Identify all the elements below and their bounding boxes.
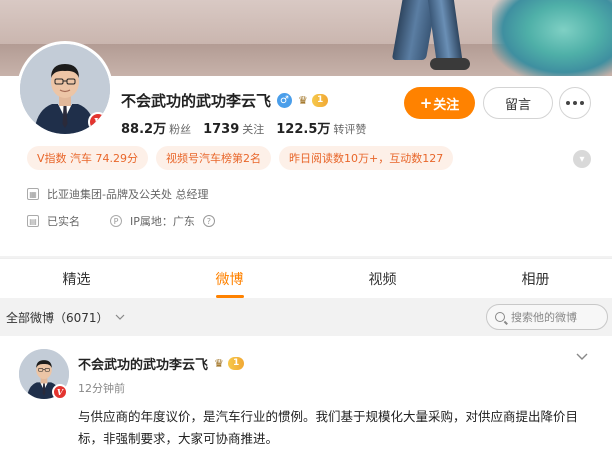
profile-stats: 88.2万 粉丝 1739 关注 122.5万 转评赞	[121, 118, 366, 137]
chevron-down-icon[interactable]: ▾	[573, 150, 591, 168]
more-options-button[interactable]	[559, 87, 591, 119]
tag-video-rank[interactable]: 视频号汽车榜第2名	[156, 146, 272, 170]
post-card: V 不会武功的武功李云飞 ♛ 1 12分钟前 与供应商的年度议价，是汽车行业的惯…	[0, 336, 612, 457]
vip-badge[interactable]: ♛ 1	[214, 357, 245, 371]
id-card-icon: ▤	[27, 215, 39, 227]
profile-tags: V指数 汽车 74.29分 视频号汽车榜第2名 昨日阅读数10万+，互动数127	[27, 146, 454, 170]
tab-weibo[interactable]: 微博	[153, 259, 306, 298]
profile-name-row: 不会武功的武功李云飞 ♂ ♛ 1	[121, 90, 329, 111]
profile-card: V 不会武功的武功李云飞 ♂ ♛ 1 88.2万 粉丝 1739 关注 122.5万…	[0, 41, 612, 256]
verified-badge-icon: V	[88, 112, 108, 132]
weibo-profile-page: V 不会武功的武功李云飞 ♂ ♛ 1 88.2万 粉丝 1739 关注 122.5万…	[0, 0, 612, 457]
message-button[interactable]: 留言	[483, 87, 553, 119]
identity-info: ▤ 已实名 P IP属地：广东 ?	[27, 213, 215, 229]
vip-badge[interactable]: ♛ 1	[298, 94, 329, 108]
tab-album[interactable]: 相册	[459, 259, 612, 298]
all-posts-dropdown[interactable]: 全部微博（6071）	[6, 309, 125, 326]
tab-video[interactable]: 视频	[306, 259, 459, 298]
stat-reposts-comments-likes[interactable]: 122.5万 转评赞	[276, 118, 366, 137]
company-info: ▦ 比亚迪集团-品牌及公关处 总经理	[27, 186, 208, 202]
tab-featured[interactable]: 精选	[0, 259, 153, 298]
chevron-down-icon	[115, 314, 124, 320]
chevron-down-icon[interactable]	[575, 350, 589, 364]
post-author[interactable]: 不会武功的武功李云飞	[78, 354, 208, 373]
search-icon	[495, 312, 505, 322]
ip-icon: P	[110, 215, 122, 227]
profile-name: 不会武功的武功李云飞	[121, 92, 272, 110]
tag-reads[interactable]: 昨日阅读数10万+，互动数127	[279, 146, 454, 170]
more-dots-icon	[566, 101, 570, 105]
post-text: 与供应商的年度议价，是汽车行业的惯例。我们基于规模化大量采购，对供应商提出降价目…	[78, 409, 579, 446]
verified-badge-icon: V	[52, 384, 68, 400]
tag-v-index[interactable]: V指数 汽车 74.29分	[27, 146, 149, 170]
male-gender-icon: ♂	[277, 93, 293, 108]
follow-button[interactable]: + 关注	[404, 87, 475, 119]
plus-icon: +	[419, 94, 433, 112]
profile-tabs: 精选 微博 视频 相册	[0, 258, 612, 298]
avatar[interactable]: V	[17, 41, 113, 137]
post-author-row: 不会武功的武功李云飞 ♛ 1	[78, 354, 245, 373]
feed-filter-bar: 全部微博（6071） 搜索他的微博	[0, 298, 612, 336]
help-icon[interactable]: ?	[202, 215, 215, 227]
search-posts-input[interactable]: 搜索他的微博	[486, 304, 608, 330]
building-icon: ▦	[27, 188, 39, 200]
stat-followers[interactable]: 88.2万 粉丝	[121, 118, 191, 137]
post-time[interactable]: 12分钟前	[78, 380, 125, 396]
stat-following[interactable]: 1739 关注	[203, 121, 264, 137]
